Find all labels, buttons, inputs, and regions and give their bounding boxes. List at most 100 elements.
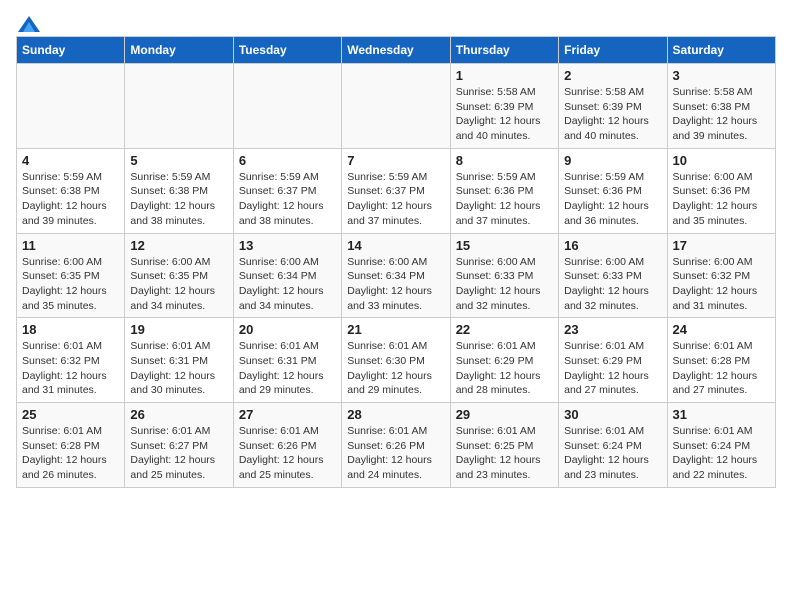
calendar-cell: 10 Sunrise: 6:00 AM Sunset: 6:36 PM Dayli… [667,148,775,233]
calendar-cell: 3 Sunrise: 5:58 AM Sunset: 6:38 PM Daylig… [667,64,775,149]
day-number: 26 [130,407,227,422]
calendar-cell: 31 Sunrise: 6:01 AM Sunset: 6:24 PM Dayli… [667,403,775,488]
day-number: 11 [22,238,119,253]
day-number: 13 [239,238,336,253]
day-number: 25 [22,407,119,422]
calendar-week-row: 25 Sunrise: 6:01 AM Sunset: 6:28 PM Dayli… [17,403,776,488]
day-info: Sunrise: 6:00 AM Sunset: 6:35 PM Dayligh… [130,255,227,314]
day-number: 4 [22,153,119,168]
day-number: 6 [239,153,336,168]
weekday-header: Friday [559,37,667,64]
calendar-cell: 7Sunrise: 5:59 AM Sunset: 6:37 PM Daylig… [342,148,450,233]
day-info: Sunrise: 6:01 AM Sunset: 6:29 PM Dayligh… [564,339,661,398]
calendar-cell: 8 Sunrise: 5:59 AM Sunset: 6:36 PM Daylig… [450,148,558,233]
day-number: 24 [673,322,770,337]
day-number: 19 [130,322,227,337]
day-info: Sunrise: 6:01 AM Sunset: 6:31 PM Dayligh… [130,339,227,398]
day-number: 1 [456,68,553,83]
day-info: Sunrise: 6:01 AM Sunset: 6:32 PM Dayligh… [22,339,119,398]
day-info: Sunrise: 6:01 AM Sunset: 6:28 PM Dayligh… [673,339,770,398]
calendar-cell: 9Sunrise: 5:59 AM Sunset: 6:36 PM Daylig… [559,148,667,233]
day-info: Sunrise: 5:59 AM Sunset: 6:38 PM Dayligh… [22,170,119,229]
calendar-cell: 13 Sunrise: 6:00 AM Sunset: 6:34 PM Dayli… [233,233,341,318]
day-info: Sunrise: 6:00 AM Sunset: 6:34 PM Dayligh… [239,255,336,314]
day-info: Sunrise: 6:00 AM Sunset: 6:36 PM Dayligh… [673,170,770,229]
day-info: Sunrise: 5:58 AM Sunset: 6:38 PM Dayligh… [673,85,770,144]
day-info: Sunrise: 6:01 AM Sunset: 6:28 PM Dayligh… [22,424,119,483]
calendar-cell: 21Sunrise: 6:01 AM Sunset: 6:30 PM Dayli… [342,318,450,403]
calendar-cell: 29 Sunrise: 6:01 AM Sunset: 6:25 PM Dayli… [450,403,558,488]
day-number: 16 [564,238,661,253]
calendar-cell: 1Sunrise: 5:58 AM Sunset: 6:39 PM Daylig… [450,64,558,149]
day-info: Sunrise: 6:01 AM Sunset: 6:24 PM Dayligh… [673,424,770,483]
calendar-cell: 22Sunrise: 6:01 AM Sunset: 6:29 PM Dayli… [450,318,558,403]
day-info: Sunrise: 6:01 AM Sunset: 6:27 PM Dayligh… [130,424,227,483]
day-info: Sunrise: 6:00 AM Sunset: 6:32 PM Dayligh… [673,255,770,314]
day-info: Sunrise: 6:01 AM Sunset: 6:25 PM Dayligh… [456,424,553,483]
day-number: 18 [22,322,119,337]
day-number: 10 [673,153,770,168]
calendar-week-row: 11 Sunrise: 6:00 AM Sunset: 6:35 PM Dayli… [17,233,776,318]
day-number: 28 [347,407,444,422]
calendar-cell: 23 Sunrise: 6:01 AM Sunset: 6:29 PM Dayli… [559,318,667,403]
day-info: Sunrise: 6:01 AM Sunset: 6:26 PM Dayligh… [347,424,444,483]
calendar-cell: 19 Sunrise: 6:01 AM Sunset: 6:31 PM Dayli… [125,318,233,403]
day-number: 14 [347,238,444,253]
calendar-table: SundayMondayTuesdayWednesdayThursdayFrid… [16,36,776,488]
day-number: 30 [564,407,661,422]
calendar-cell: 6 Sunrise: 5:59 AM Sunset: 6:37 PM Daylig… [233,148,341,233]
weekday-header: Saturday [667,37,775,64]
calendar-week-row: 18 Sunrise: 6:01 AM Sunset: 6:32 PM Dayli… [17,318,776,403]
day-info: Sunrise: 6:00 AM Sunset: 6:33 PM Dayligh… [456,255,553,314]
calendar-week-row: 4 Sunrise: 5:59 AM Sunset: 6:38 PM Daylig… [17,148,776,233]
day-number: 20 [239,322,336,337]
weekday-header: Thursday [450,37,558,64]
calendar-cell: 30Sunrise: 6:01 AM Sunset: 6:24 PM Dayli… [559,403,667,488]
day-number: 12 [130,238,227,253]
day-number: 29 [456,407,553,422]
calendar-cell: 5 Sunrise: 5:59 AM Sunset: 6:38 PM Daylig… [125,148,233,233]
day-number: 5 [130,153,227,168]
calendar-cell [233,64,341,149]
day-info: Sunrise: 6:01 AM Sunset: 6:29 PM Dayligh… [456,339,553,398]
day-info: Sunrise: 5:59 AM Sunset: 6:37 PM Dayligh… [239,170,336,229]
calendar-cell: 24 Sunrise: 6:01 AM Sunset: 6:28 PM Dayli… [667,318,775,403]
calendar-cell: 28 Sunrise: 6:01 AM Sunset: 6:26 PM Dayli… [342,403,450,488]
day-info: Sunrise: 5:59 AM Sunset: 6:37 PM Dayligh… [347,170,444,229]
page-header [16,16,776,28]
calendar-cell: 25 Sunrise: 6:01 AM Sunset: 6:28 PM Dayli… [17,403,125,488]
day-info: Sunrise: 6:01 AM Sunset: 6:26 PM Dayligh… [239,424,336,483]
calendar-cell: 17 Sunrise: 6:00 AM Sunset: 6:32 PM Dayli… [667,233,775,318]
day-number: 21 [347,322,444,337]
calendar-cell: 14 Sunrise: 6:00 AM Sunset: 6:34 PM Dayli… [342,233,450,318]
calendar-cell: 18 Sunrise: 6:01 AM Sunset: 6:32 PM Dayli… [17,318,125,403]
calendar-cell: 11 Sunrise: 6:00 AM Sunset: 6:35 PM Dayli… [17,233,125,318]
day-info: Sunrise: 6:00 AM Sunset: 6:35 PM Dayligh… [22,255,119,314]
day-info: Sunrise: 5:59 AM Sunset: 6:36 PM Dayligh… [564,170,661,229]
day-number: 17 [673,238,770,253]
day-number: 2 [564,68,661,83]
calendar-cell: 27 Sunrise: 6:01 AM Sunset: 6:26 PM Dayli… [233,403,341,488]
logo [16,16,40,28]
day-number: 27 [239,407,336,422]
day-number: 23 [564,322,661,337]
calendar-cell: 16Sunrise: 6:00 AM Sunset: 6:33 PM Dayli… [559,233,667,318]
day-number: 15 [456,238,553,253]
day-number: 31 [673,407,770,422]
calendar-cell: 15 Sunrise: 6:00 AM Sunset: 6:33 PM Dayli… [450,233,558,318]
day-info: Sunrise: 6:01 AM Sunset: 6:31 PM Dayligh… [239,339,336,398]
day-info: Sunrise: 5:59 AM Sunset: 6:38 PM Dayligh… [130,170,227,229]
day-number: 8 [456,153,553,168]
day-info: Sunrise: 6:00 AM Sunset: 6:34 PM Dayligh… [347,255,444,314]
calendar-header-row: SundayMondayTuesdayWednesdayThursdayFrid… [17,37,776,64]
weekday-header: Tuesday [233,37,341,64]
day-number: 3 [673,68,770,83]
calendar-week-row: 1 Sunrise: 5:58 AM Sunset: 6:39 PM Daylig… [17,64,776,149]
day-info: Sunrise: 5:58 AM Sunset: 6:39 PM Dayligh… [564,85,661,144]
calendar-cell: 2 Sunrise: 5:58 AM Sunset: 6:39 PM Daylig… [559,64,667,149]
calendar-cell [17,64,125,149]
calendar-cell: 26 Sunrise: 6:01 AM Sunset: 6:27 PM Dayli… [125,403,233,488]
day-info: Sunrise: 5:59 AM Sunset: 6:36 PM Dayligh… [456,170,553,229]
logo-icon [18,16,40,32]
calendar-cell: 20 Sunrise: 6:01 AM Sunset: 6:31 PM Dayli… [233,318,341,403]
